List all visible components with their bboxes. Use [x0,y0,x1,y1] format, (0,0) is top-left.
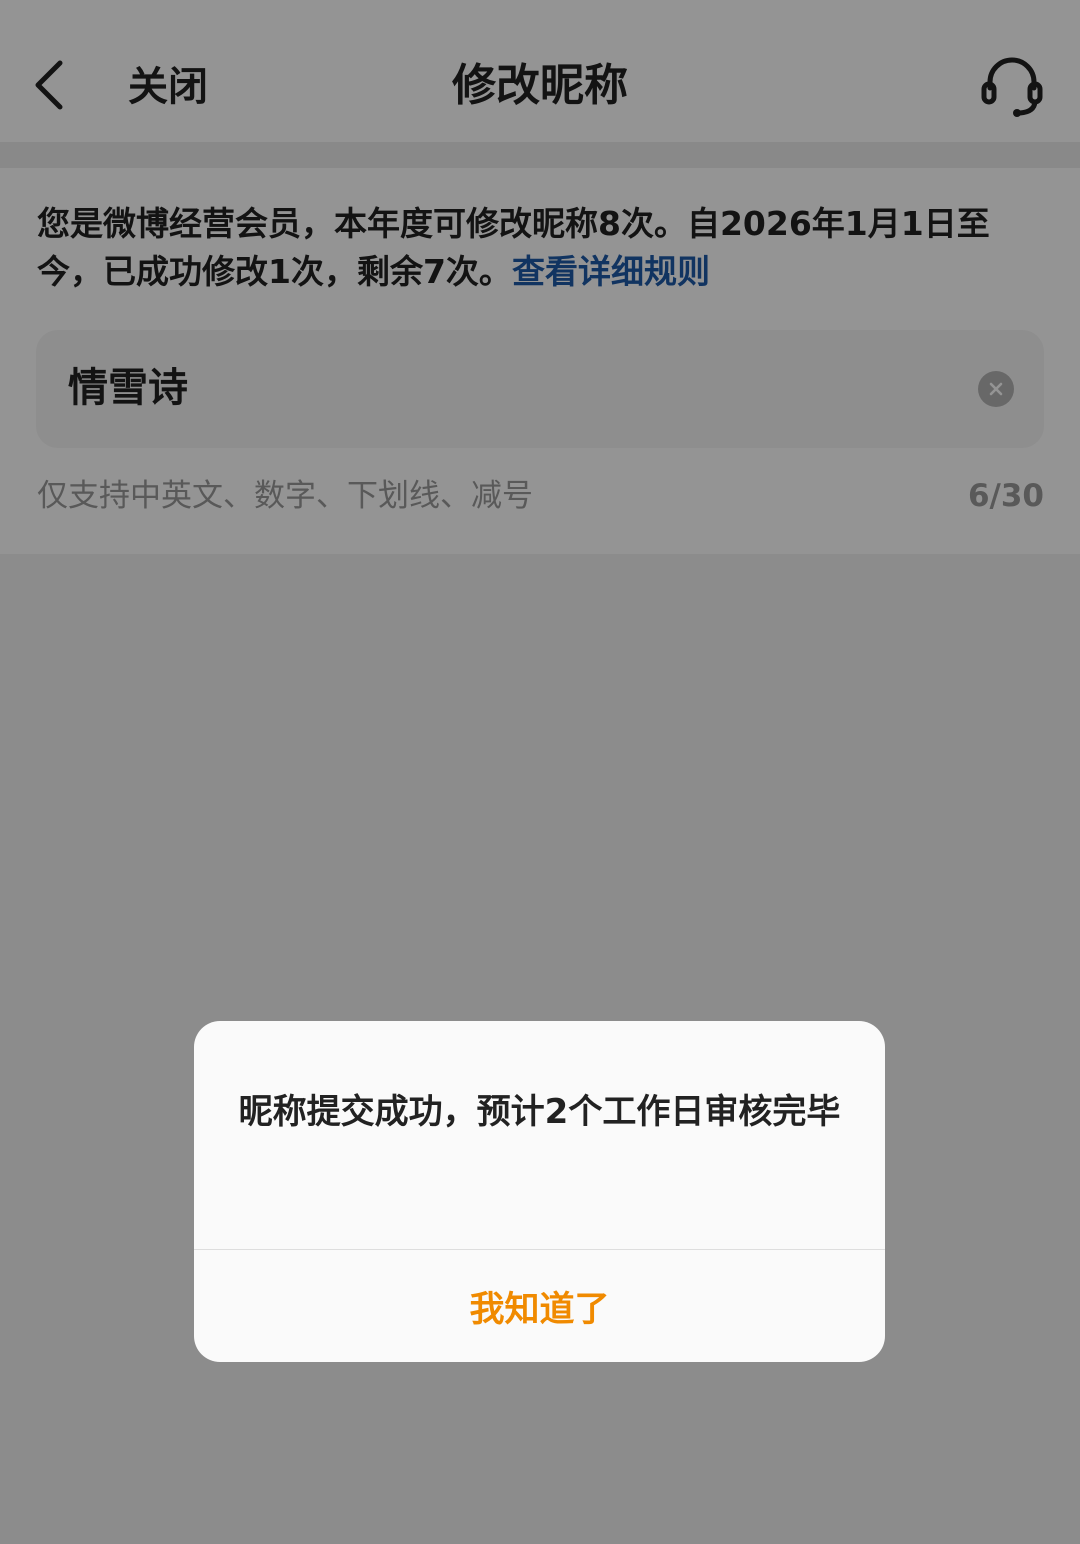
submit-success-dialog: 昵称提交成功，预计2个工作日审核完毕 我知道了 [194,1021,885,1362]
confirm-button[interactable]: 我知道了 [194,1250,885,1362]
dialog-message: 昵称提交成功，预计2个工作日审核完毕 [238,1092,841,1132]
